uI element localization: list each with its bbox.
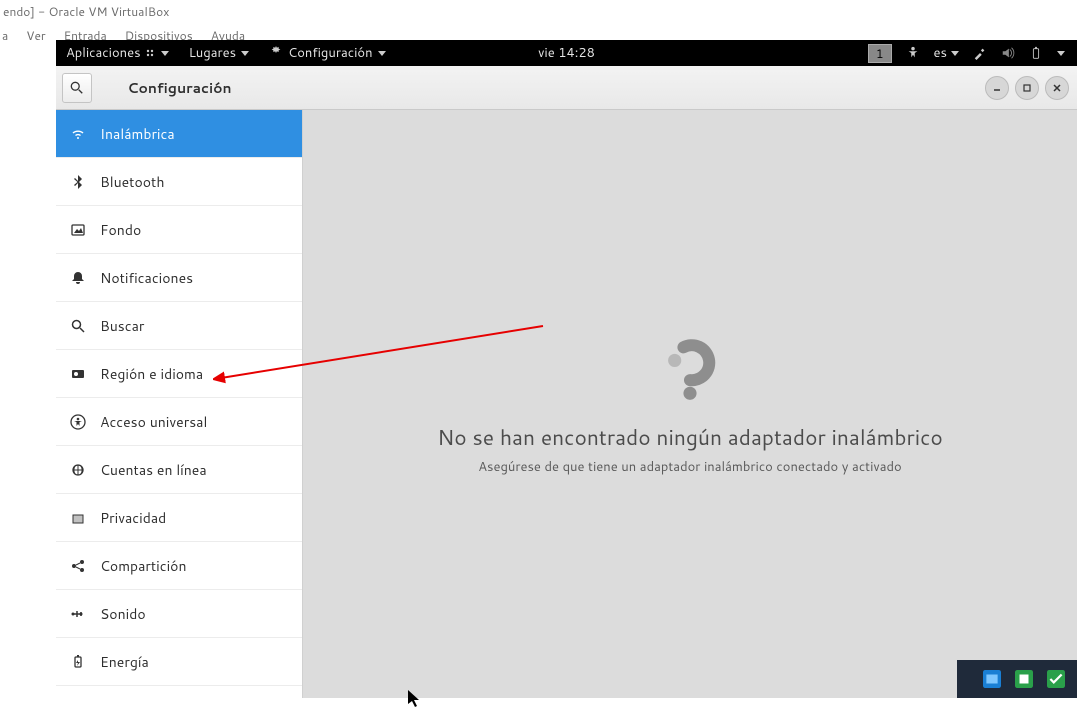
sidebar-item-wifi[interactable]: Inalámbrica <box>56 110 302 158</box>
sidebar-item-label: Privacidad <box>100 508 166 528</box>
sidebar-item-label: Fondo <box>100 220 141 240</box>
power-icon <box>70 654 86 670</box>
maximize-button[interactable] <box>1015 76 1039 100</box>
minimize-button[interactable] <box>985 76 1009 100</box>
workspace-indicator[interactable]: 1 <box>868 44 892 63</box>
header-bar: Configuración <box>56 66 1077 110</box>
sidebar-item-label: Acceso universal <box>100 412 207 432</box>
privacy-icon <box>70 510 86 526</box>
online-icon <box>70 462 86 478</box>
sidebar-item-bluetooth[interactable]: Bluetooth <box>56 158 302 206</box>
places-menu[interactable]: Lugares <box>179 44 259 62</box>
sidebar-item-share[interactable]: Compartición <box>56 542 302 590</box>
wifi-icon <box>70 126 86 142</box>
bell-icon <box>70 270 86 286</box>
app-menu-configuration[interactable]: Configuración <box>259 44 396 62</box>
vbox-menu-item[interactable]: a <box>2 27 8 44</box>
sidebar-item-label: Inalámbrica <box>100 124 175 144</box>
share-icon <box>70 558 86 574</box>
background-icon <box>70 222 86 238</box>
region-icon <box>70 366 86 382</box>
sidebar-item-label: Buscar <box>100 316 144 336</box>
close-button[interactable] <box>1045 76 1069 100</box>
taskbar-icon[interactable] <box>1015 670 1033 688</box>
host-taskbar-fragment <box>957 660 1077 698</box>
question-mark-icon <box>655 332 725 402</box>
sidebar-item-label: Notificaciones <box>100 268 193 288</box>
content-pane: No se han encontrado ningún adaptador in… <box>303 110 1077 698</box>
sidebar-item-region[interactable]: Región e idioma <box>56 350 302 398</box>
taskbar-icon[interactable] <box>1047 670 1065 688</box>
sidebar-item-power[interactable]: Energía <box>56 638 302 686</box>
sidebar-item-label: Sonido <box>100 604 146 624</box>
keyboard-layout-indicator[interactable]: es <box>934 44 959 62</box>
sidebar-item-search[interactable]: Buscar <box>56 302 302 350</box>
battery-icon[interactable] <box>1029 46 1043 60</box>
sound-icon <box>70 606 86 622</box>
sidebar-item-label: Región e idioma <box>100 364 203 384</box>
bluetooth-icon <box>70 174 86 190</box>
clock[interactable]: vie 14:28 <box>538 44 595 62</box>
sidebar-item-privacy[interactable]: Privacidad <box>56 494 302 542</box>
sidebar-item-online[interactable]: Cuentas en línea <box>56 446 302 494</box>
applications-menu[interactable]: Aplicaciones <box>56 44 179 62</box>
sidebar-item-label: Compartición <box>100 556 187 576</box>
empty-state-title: No se han encontrado ningún adaptador in… <box>437 422 943 452</box>
settings-sidebar: Inalámbrica Bluetooth Fondo Notificaciones B… <box>56 110 303 698</box>
vbox-window-title: endo] - Oracle VM VirtualBox <box>0 0 1077 23</box>
sidebar-item-sound[interactable]: Sonido <box>56 590 302 638</box>
empty-state-subtitle: Asegúrese de que tiene un adaptador inal… <box>478 458 902 476</box>
vbox-menu-item[interactable]: Ver <box>26 27 45 44</box>
gnome-top-bar: Aplicaciones Lugares Configuración vie 1… <box>56 40 1077 66</box>
sidebar-item-label: Energía <box>100 652 149 672</box>
sidebar-item-label: Cuentas en línea <box>100 460 207 480</box>
sidebar-item-background[interactable]: Fondo <box>56 206 302 254</box>
sidebar-item-label: Bluetooth <box>100 172 164 192</box>
system-menu-caret[interactable] <box>1057 51 1065 56</box>
sidebar-item-accessibility[interactable]: Acceso universal <box>56 398 302 446</box>
volume-icon[interactable] <box>1001 46 1015 60</box>
taskbar-icon[interactable] <box>983 670 1001 688</box>
accessibility-tray-icon[interactable] <box>906 46 920 60</box>
page-title: Configuración <box>56 78 303 98</box>
sidebar-item-bell[interactable]: Notificaciones <box>56 254 302 302</box>
search-icon <box>70 318 86 334</box>
color-picker-icon[interactable] <box>973 46 987 60</box>
accessibility-icon <box>70 414 86 430</box>
